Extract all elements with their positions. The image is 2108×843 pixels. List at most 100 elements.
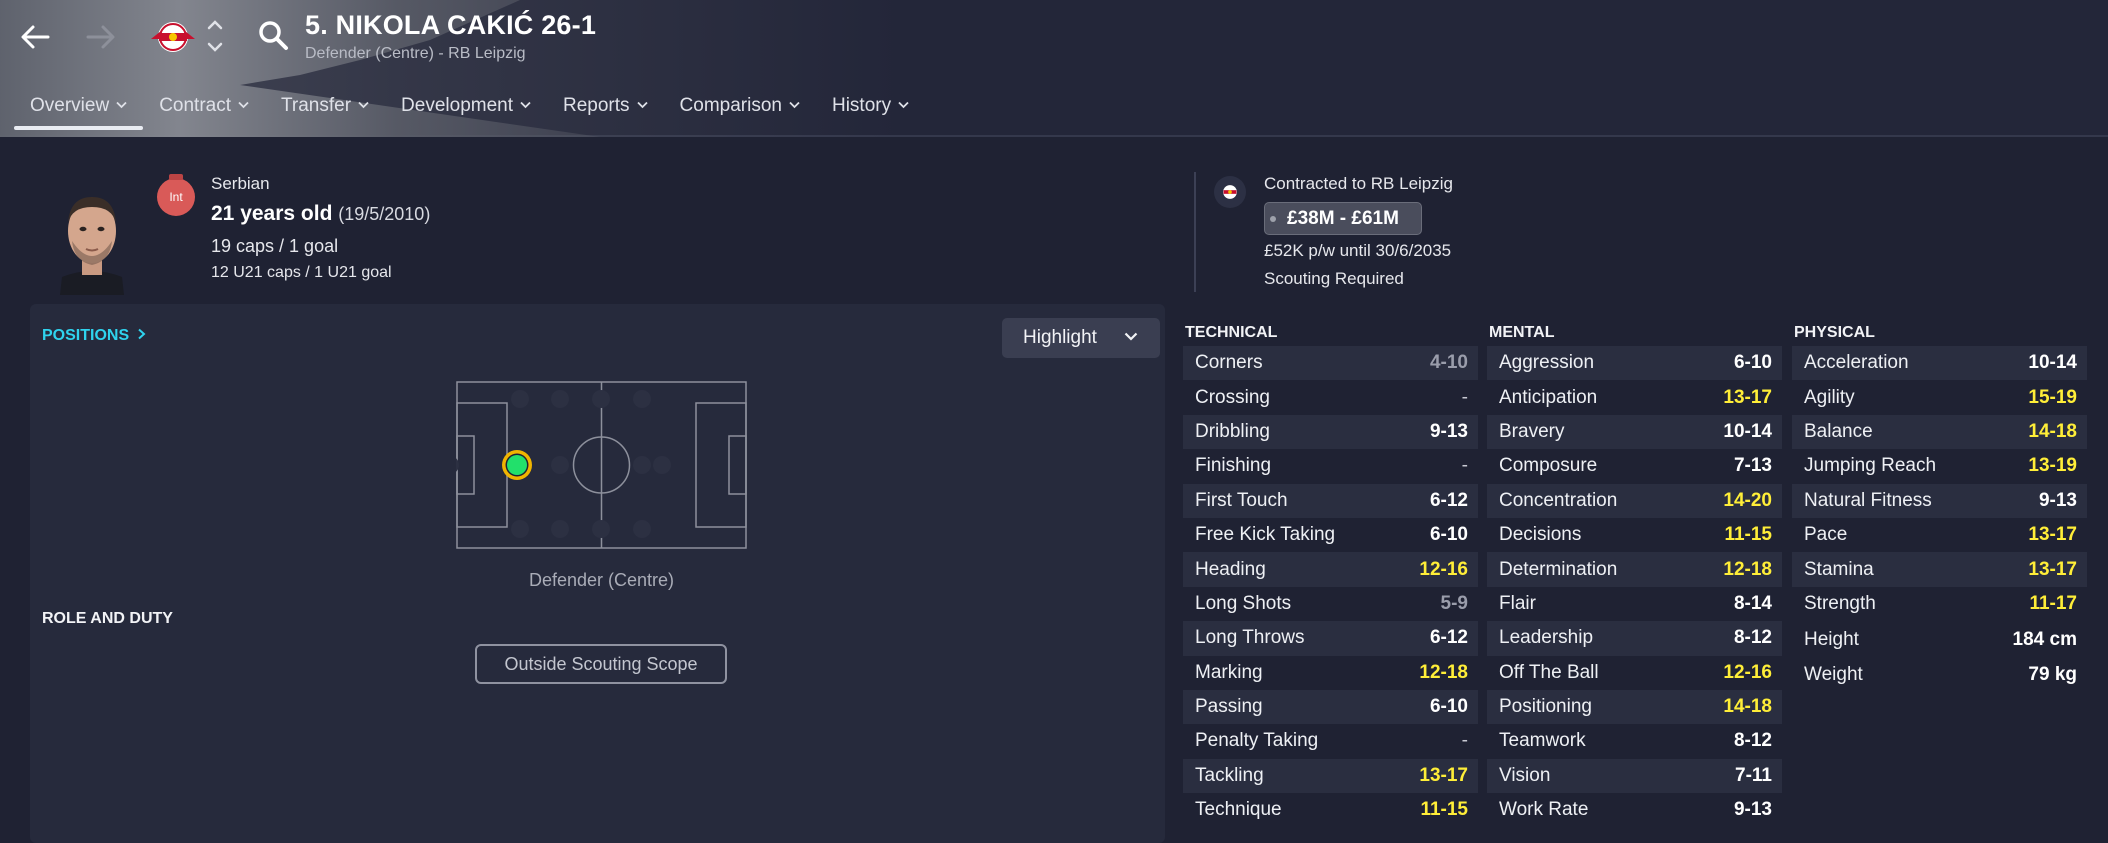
attribute-value: 14-20 [1723,489,1772,511]
attribute-row[interactable]: Crossing - [1183,380,1478,415]
player-age: 21 years old (19/5/2010) [211,202,430,226]
tab-reports[interactable]: Reports [547,90,664,134]
tab-comparison[interactable]: Comparison [664,90,816,134]
attribute-row[interactable]: Finishing - [1183,449,1478,484]
attribute-row[interactable]: Free Kick Taking 6-10 [1183,517,1478,553]
attribute-name: Crossing [1195,386,1270,408]
attribute-value: 8-14 [1733,592,1772,614]
attribute-value: 7-13 [1733,455,1772,477]
attribute-row[interactable]: Technique 11-15 [1183,793,1478,828]
highlight-dropdown[interactable]: Highlight [1002,318,1160,358]
attribute-name: Stamina [1804,558,1874,580]
nationality: Serbian [211,174,270,193]
position-label: Defender (Centre) [528,570,675,590]
attribute-name: Weight [1804,663,1863,685]
club-badge-button[interactable] [148,16,198,58]
tab-history[interactable]: History [816,90,925,134]
attribute-row[interactable]: Pace 13-17 [1792,517,2087,553]
tab-development[interactable]: Development [385,90,547,134]
outside-scouting-scope-button[interactable]: Outside Scouting Scope [475,644,727,684]
player-face-image [52,185,132,295]
attribute-row[interactable]: Natural Fitness 9-13 [1792,483,2087,518]
divider [1194,172,1196,292]
international-badge: Int [157,174,195,216]
attribute-row[interactable]: Jumping Reach 13-19 [1792,449,2087,484]
attribute-row[interactable]: Concentration 14-20 [1487,483,1782,518]
attribute-row[interactable]: Long Throws 6-12 [1183,621,1478,656]
measurement-row[interactable]: Height 184 cm [1792,623,2087,657]
attribute-row[interactable]: Positioning 14-18 [1487,689,1782,725]
page-title: 5. NIKOLA CAKIĆ 26-1 [305,10,597,40]
attribute-list: Corners 4-10 Crossing - Dribbling 9-13 Finishi… [1183,346,1478,828]
attribute-value: 79 kg [2028,663,2077,685]
attribute-row[interactable]: Passing 6-10 [1183,689,1478,725]
attribute-row[interactable]: Teamwork 8-12 [1487,724,1782,759]
attribute-row[interactable]: Leadership 8-12 [1487,621,1782,656]
attribute-row[interactable]: Decisions 11-15 [1487,517,1782,553]
attribute-row[interactable]: Determination 12-18 [1487,552,1782,587]
attribute-row[interactable]: Anticipation 13-17 [1487,380,1782,415]
attribute-row[interactable]: Agility 15-19 [1792,380,2087,415]
attribute-name: Determination [1499,558,1618,580]
attribute-name: Long Shots [1195,592,1292,614]
attribute-value: 11-15 [1724,524,1772,546]
club-badge-small[interactable] [1214,176,1246,208]
attribute-name: Marking [1195,661,1263,683]
attribute-name: Positioning [1499,696,1592,718]
attribute-row[interactable]: Bravery 10-14 [1487,414,1782,450]
attribute-row[interactable]: Corners 4-10 [1183,346,1478,381]
attribute-row[interactable]: Flair 8-14 [1487,586,1782,622]
attribute-row[interactable]: Heading 12-16 [1183,552,1478,587]
attribute-row[interactable]: Acceleration 10-14 [1792,346,2087,381]
attribute-row[interactable]: First Touch 6-12 [1183,483,1478,518]
back-button[interactable] [12,14,58,60]
tab-contract[interactable]: Contract [143,90,265,134]
tab-overview[interactable]: Overview [14,90,144,134]
transfer-value-tag[interactable]: £38M - £61M [1264,202,1422,235]
attribute-row[interactable]: Penalty Taking - [1183,724,1478,759]
attribute-value: 8-12 [1733,730,1772,752]
attribute-name: Flair [1499,592,1536,614]
attribute-row[interactable]: Work Rate 9-13 [1487,793,1782,828]
header-bar: 5. NIKOLA CAKIĆ 26-1 Defender (Centre) -… [0,0,2108,137]
int-badge-label: Int [169,190,183,204]
attribute-row[interactable]: Stamina 13-17 [1792,552,2087,587]
search-button[interactable] [256,18,292,54]
attribute-name: Penalty Taking [1195,730,1319,752]
forward-button[interactable] [78,14,124,60]
attribute-name: Height [1804,629,1859,651]
attribute-row[interactable]: Aggression 6-10 [1487,346,1782,381]
attribute-value: 13-17 [2028,558,2077,580]
date-of-birth: (19/5/2010) [338,204,431,224]
attribute-row[interactable]: Strength 11-17 [1792,586,2087,622]
attribute-name: Finishing [1195,455,1272,477]
attribute-row[interactable]: Dribbling 9-13 [1183,414,1478,450]
tab-bar: Overview Contract Transfer Development R… [14,90,925,134]
tab-label: Comparison [679,95,782,116]
attribute-row[interactable]: Long Shots 5-9 [1183,586,1478,622]
player-switch-arrows[interactable] [204,14,226,58]
measurement-row[interactable]: Weight 79 kg [1792,658,2087,692]
tab-label: Development [401,95,513,116]
attribute-value: 6-10 [1733,352,1772,374]
technical-attributes: TECHNICAL Corners 4-10 Crossing - Dribbling 9… [1183,322,1478,828]
attribute-value: 11-15 [1420,799,1468,821]
role-duty-title: ROLE AND DUTY [42,610,173,627]
chevron-down-icon [520,101,531,109]
attribute-value: 13-17 [1723,386,1772,408]
attribute-row[interactable]: Tackling 13-17 [1183,758,1478,794]
attribute-value: 6-10 [1429,524,1468,546]
physical-attributes: PHYSICAL Acceleration 10-14 Agility 15-19 Ba… [1792,322,2087,692]
attribute-row[interactable]: Composure 7-13 [1487,449,1782,484]
attribute-name: Passing [1195,696,1263,718]
attribute-name: Jumping Reach [1804,455,1937,477]
attribute-value: - [1461,455,1468,477]
attribute-value: 4-10 [1429,352,1468,374]
attribute-row[interactable]: Off The Ball 12-16 [1487,655,1782,690]
attribute-row[interactable]: Marking 12-18 [1183,655,1478,690]
attribute-row[interactable]: Balance 14-18 [1792,414,2087,450]
positions-link[interactable]: POSITIONS [42,327,146,345]
attribute-value: - [1461,386,1468,408]
tab-transfer[interactable]: Transfer [265,90,385,134]
attribute-row[interactable]: Vision 7-11 [1487,758,1782,794]
